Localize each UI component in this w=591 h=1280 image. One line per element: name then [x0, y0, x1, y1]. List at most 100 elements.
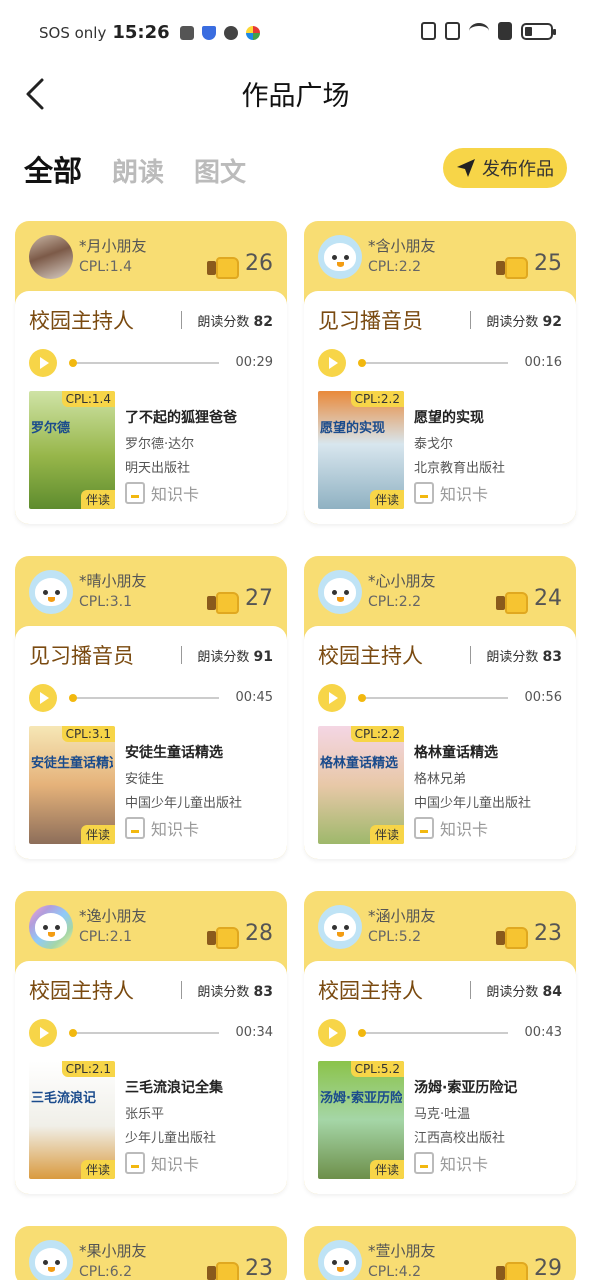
reading-score: 朗读分数 83 [197, 984, 273, 1000]
progress-knob[interactable] [69, 1029, 77, 1037]
card-header: *涵小朋友 CPL:5.2 23 [304, 891, 576, 961]
work-card[interactable]: *月小朋友 CPL:1.4 26 校园主持人 朗读分数 82 00:29 罗尔德… [15, 221, 287, 524]
card-icon [414, 482, 434, 504]
divider [470, 311, 471, 329]
work-card[interactable]: *涵小朋友 CPL:5.2 23 校园主持人 朗读分数 84 00:43 汤姆·… [304, 891, 576, 1194]
tab-reading[interactable]: 朗读 [112, 152, 164, 189]
play-button[interactable] [318, 684, 346, 712]
work-card[interactable]: *逸小朋友 CPL:2.1 28 校园主持人 朗读分数 83 00:34 三毛流… [15, 891, 287, 1194]
thumbs-up-icon [207, 584, 239, 614]
avatar [29, 235, 73, 279]
user-name: *果小朋友 [79, 1242, 147, 1260]
knowledge-card-button[interactable]: 知识卡 [125, 1151, 199, 1175]
knowledge-card-button[interactable]: 知识卡 [414, 816, 488, 840]
progress-knob[interactable] [358, 694, 366, 702]
card-body: 见习播音员 朗读分数 92 00:16 愿望的实现 CPL:2.2 伴读 愿望的… [304, 291, 576, 524]
book-cover[interactable]: 安徒生童话精选 CPL:3.1 伴读 [29, 726, 115, 844]
book-publisher: 中国少年儿童出版社 [125, 796, 243, 811]
book-title: 了不起的狐狸爸爸 [125, 410, 237, 426]
divider [181, 311, 182, 329]
work-card[interactable]: *含小朋友 CPL:2.2 25 见习播音员 朗读分数 92 00:16 愿望的… [304, 221, 576, 524]
knowledge-card-button[interactable]: 知识卡 [414, 481, 488, 505]
book-cover[interactable]: 罗尔德 CPL:1.4 伴读 [29, 391, 115, 509]
card-header: *月小朋友 CPL:1.4 26 [15, 221, 287, 291]
play-button[interactable] [318, 1019, 346, 1047]
duration: 00:45 [235, 690, 273, 705]
duration: 00:16 [524, 355, 562, 370]
work-card[interactable]: *果小朋友 CPL:6.2 23 [15, 1226, 287, 1280]
play-button[interactable] [318, 349, 346, 377]
security-icon [223, 25, 238, 40]
book-title: 格林童话精选 [414, 745, 498, 761]
user-name: *月小朋友 [79, 237, 147, 255]
knowledge-card-button[interactable]: 知识卡 [125, 816, 199, 840]
work-card[interactable]: *萱小朋友 CPL:4.2 29 [304, 1226, 576, 1280]
progress-track [71, 1032, 219, 1034]
thumbs-up-icon [207, 249, 239, 279]
book-publisher: 中国少年儿童出版社 [414, 796, 532, 811]
work-card[interactable]: *晴小朋友 CPL:3.1 27 见习播音员 朗读分数 91 00:45 安徒生… [15, 556, 287, 859]
publish-button[interactable]: 发布作品 [443, 148, 567, 188]
progress-knob[interactable] [358, 1029, 366, 1037]
shield-icon [201, 25, 216, 40]
book-cover[interactable]: 愿望的实现 CPL:2.2 伴读 [318, 391, 404, 509]
card-body: 校园主持人 朗读分数 82 00:29 罗尔德 CPL:1.4 伴读 了不起的狐… [15, 291, 287, 524]
card-body: 校园主持人 朗读分数 83 00:56 格林童话精选 CPL:2.2 伴读 格林… [304, 626, 576, 859]
card-icon [125, 482, 145, 504]
reading-score: 朗读分数 83 [486, 649, 562, 665]
book-author: 张乐平 [125, 1107, 165, 1122]
play-button[interactable] [29, 684, 57, 712]
play-button[interactable] [29, 1019, 57, 1047]
role-title: 见习播音员 [29, 644, 134, 668]
reading-score: 朗读分数 82 [197, 314, 273, 330]
tab-picture-text[interactable]: 图文 [194, 152, 246, 189]
knowledge-card-button[interactable]: 知识卡 [414, 1151, 488, 1175]
like-count: 27 [245, 585, 273, 611]
role-title: 校园主持人 [29, 309, 134, 333]
progress-knob[interactable] [69, 694, 77, 702]
book-cover[interactable]: 格林童话精选 CPL:2.2 伴读 [318, 726, 404, 844]
book-tag: 伴读 [369, 1160, 404, 1179]
knowledge-card-button[interactable]: 知识卡 [125, 481, 199, 505]
book-tag: 伴读 [369, 825, 404, 844]
work-card[interactable]: *心小朋友 CPL:2.2 24 校园主持人 朗读分数 83 00:56 格林童… [304, 556, 576, 859]
book-cover[interactable]: 汤姆·索亚历险记 CPL:5.2 伴读 [318, 1061, 404, 1179]
like-button[interactable]: 26 [207, 249, 273, 279]
book-cpl-badge: CPL:2.2 [350, 726, 404, 742]
progress-knob[interactable] [358, 359, 366, 367]
like-button[interactable]: 25 [496, 249, 562, 279]
user-cpl: CPL:1.4 [79, 259, 132, 275]
like-count: 23 [245, 1255, 273, 1280]
tab-bar: 全部 朗读 图文 [24, 148, 246, 190]
user-name: *心小朋友 [368, 572, 436, 590]
cover-title: 愿望的实现 [320, 421, 386, 436]
like-count: 23 [534, 920, 562, 946]
alert-icon [498, 22, 512, 40]
like-button[interactable]: 24 [496, 584, 562, 614]
like-button[interactable]: 29 [496, 1254, 562, 1280]
app-icon [245, 25, 260, 40]
book-publisher: 北京教育出版社 [414, 461, 506, 476]
book-publisher: 明天出版社 [125, 461, 191, 476]
book-cover[interactable]: 三毛流浪记 CPL:2.1 伴读 [29, 1061, 115, 1179]
like-button[interactable]: 23 [207, 1254, 273, 1280]
duration: 00:43 [524, 1025, 562, 1040]
thumbs-up-icon [207, 919, 239, 949]
play-button[interactable] [29, 349, 57, 377]
like-button[interactable]: 27 [207, 584, 273, 614]
user-name: *含小朋友 [368, 237, 436, 255]
like-button[interactable]: 28 [207, 919, 273, 949]
card-icon [414, 817, 434, 839]
like-button[interactable]: 23 [496, 919, 562, 949]
progress-knob[interactable] [69, 359, 77, 367]
status-right [421, 22, 556, 40]
publish-label: 发布作品 [482, 159, 554, 180]
role-title: 校园主持人 [29, 979, 134, 1003]
audio-player: 00:29 [29, 349, 273, 377]
card-header: *萱小朋友 CPL:4.2 29 [304, 1226, 576, 1280]
book-author: 格林兄弟 [414, 772, 467, 787]
tab-all[interactable]: 全部 [24, 148, 82, 190]
audio-player: 00:43 [318, 1019, 562, 1047]
thumbs-up-icon [496, 1254, 528, 1280]
knowledge-label: 知识卡 [440, 820, 489, 839]
